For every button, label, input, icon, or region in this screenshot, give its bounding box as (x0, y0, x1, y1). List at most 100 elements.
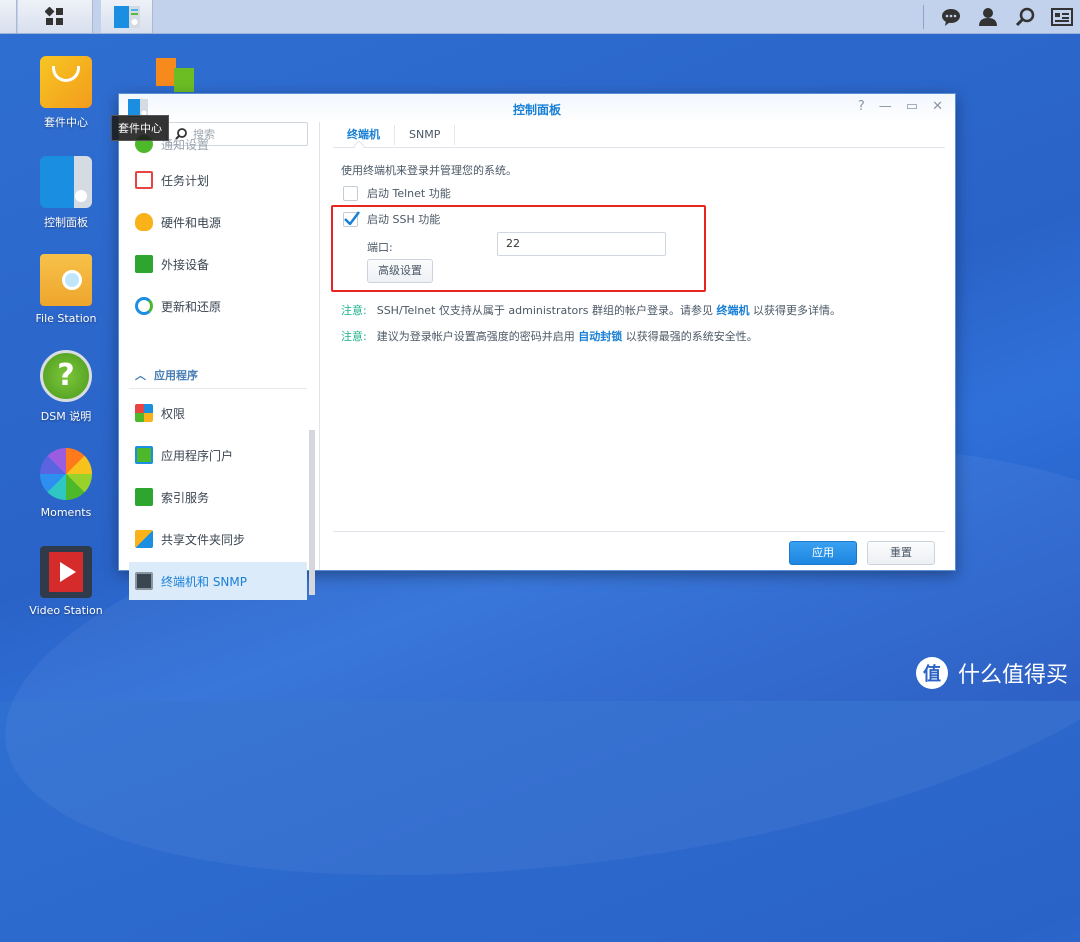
sidebar-item-label: 硬件和电源 (161, 215, 222, 230)
chat-button[interactable] (932, 0, 969, 33)
control-panel-icon (113, 5, 140, 28)
chat-icon (941, 8, 960, 26)
sidebar-item-external-devices[interactable]: 外接设备 (129, 245, 307, 283)
file-station-icon (40, 254, 92, 306)
taskbar (0, 0, 1080, 34)
desktop-icon-moments[interactable]: Moments (11, 448, 121, 519)
sidebar-scrollbar[interactable] (309, 430, 315, 595)
main-panel: 终端机 SNMP 使用终端机来登录并管理您的系统。 启动 Telnet 功能 启… (331, 122, 945, 570)
sidebar-item-update-restore[interactable]: 更新和还原 (129, 287, 307, 325)
privileges-icon (135, 404, 153, 422)
tooltip: 套件中心 (111, 115, 169, 141)
sidebar-item-label: 更新和还原 (161, 299, 222, 314)
ssh-checkbox[interactable] (343, 210, 360, 227)
window-titlebar[interactable]: 控制面板 ? — ▭ ✕ (119, 94, 955, 122)
divider (319, 122, 320, 570)
folder-sync-icon (135, 530, 153, 548)
advanced-settings-button[interactable]: 高级设置 (367, 259, 433, 283)
desktop-icon-control-panel[interactable]: 控制面板 (11, 156, 121, 230)
desktop-icon-label: 控制面板 (44, 216, 88, 229)
sidebar-item-label: 任务计划 (161, 173, 210, 188)
desktop-icon-package-center[interactable]: 套件中心 (11, 56, 121, 130)
moments-icon (40, 448, 92, 500)
tab-snmp[interactable]: SNMP (395, 124, 456, 145)
widgets-icon (1050, 7, 1073, 26)
dsm-help-icon: ? (40, 350, 92, 402)
maximize-button[interactable]: ▭ (906, 99, 918, 114)
sidebar-item-label: 终端机和 SNMP (161, 574, 247, 589)
sidebar-item-app-portal[interactable]: 应用程序门户 (129, 436, 307, 474)
main-menu-button[interactable] (18, 0, 93, 33)
chevron-up-icon: ︿ (135, 369, 146, 382)
port-input[interactable]: 22 (497, 232, 666, 256)
terminal-help-link[interactable]: 终端机 (717, 304, 750, 317)
note-text: 以获得更多详情。 (753, 304, 842, 317)
desktop-icon-label: File Station (35, 312, 97, 325)
watermark: 值 什么值得买 (915, 657, 1068, 689)
note-admin: 注意: SSH/Telnet 仅支持从属于 administrators 群组的… (341, 302, 841, 318)
minimize-button[interactable]: — (879, 99, 892, 114)
tab-bar: 终端机 SNMP (333, 122, 945, 152)
desktop-icon-dsm-help[interactable]: ? DSM 说明 (11, 350, 121, 424)
sidebar: 搜索 通知设置 任务计划 硬件和电源 外接设备 更新和还原 ︿ 应用程序 权限 … (119, 122, 319, 600)
sidebar-item-folder-sync[interactable]: 共享文件夹同步 (129, 520, 307, 558)
search-button[interactable] (1006, 0, 1043, 33)
watermark-badge: 值 (915, 657, 948, 689)
search-icon (1015, 7, 1034, 26)
note-text: 以获得最强的系统安全性。 (625, 330, 758, 343)
sidebar-section-applications[interactable]: ︿ 应用程序 (135, 367, 198, 383)
section-label: 应用程序 (154, 369, 198, 382)
ssh-label: 启动 SSH 功能 (367, 213, 441, 226)
sidebar-item-hardware-power[interactable]: 硬件和电源 (129, 203, 307, 241)
watermark-text: 什么值得买 (957, 663, 1068, 688)
telnet-option[interactable]: 启动 Telnet 功能 (343, 185, 451, 201)
control-panel-window: 控制面板 ? — ▭ ✕ 搜索 通知设置 任务计划 硬件和电源 外接设备 更新和… (118, 93, 956, 600)
user-button[interactable] (969, 0, 1006, 33)
desktop-icon-video-station[interactable]: Video Station (11, 546, 121, 617)
sidebar-item-terminal-snmp[interactable]: 终端机和 SNMP (129, 562, 307, 600)
update-restore-icon (135, 297, 153, 315)
note-text: 建议为登录帐户设置高强度的密码并启用 (376, 330, 575, 343)
note-text: SSH/Telnet 仅支持从属于 administrators 群组的帐户登录… (376, 304, 714, 317)
external-device-icon (135, 255, 153, 273)
taskbar-control-panel[interactable] (101, 0, 153, 33)
sidebar-item-label: 外接设备 (161, 257, 210, 272)
bulb-icon (135, 213, 153, 231)
sidebar-item-privileges[interactable]: 权限 (129, 394, 307, 432)
port-label: 端口: (367, 241, 393, 254)
download-station-icon[interactable] (152, 54, 206, 94)
desktop-icon-label: Moments (40, 506, 92, 519)
indexing-icon (135, 488, 153, 506)
desktop-icon-label: Video Station (29, 604, 103, 617)
terminal-icon (135, 572, 153, 590)
divider (129, 388, 307, 389)
sidebar-item-label: 权限 (161, 406, 186, 421)
reset-button[interactable]: 重置 (867, 541, 935, 565)
video-station-icon (40, 546, 92, 598)
tab-terminal[interactable]: 终端机 (333, 124, 395, 145)
window-title: 控制面板 (512, 103, 561, 117)
desktop-icon-label: DSM 说明 (40, 410, 92, 423)
desktop-icon-file-station[interactable]: File Station (11, 254, 121, 325)
sidebar-item-task-scheduler[interactable]: 任务计划 (129, 161, 307, 199)
note-security: 注意: 建议为登录帐户设置高强度的密码并启用 自动封锁 以获得最强的系统安全性。 (341, 328, 758, 344)
task-scheduler-icon (135, 171, 153, 189)
note-prefix: 注意: (341, 330, 367, 343)
note-prefix: 注意: (341, 304, 367, 317)
telnet-checkbox[interactable] (343, 185, 358, 201)
sidebar-item-label: 索引服务 (161, 490, 210, 505)
widgets-button[interactable] (1043, 0, 1080, 33)
close-button[interactable]: ✕ (932, 99, 943, 114)
help-button[interactable]: ? (858, 99, 865, 114)
apply-button[interactable]: 应用 (789, 541, 857, 565)
telnet-label: 启动 Telnet 功能 (367, 187, 451, 200)
sidebar-item-label: 应用程序门户 (161, 448, 234, 463)
sidebar-item-indexing[interactable]: 索引服务 (129, 478, 307, 516)
auto-block-link[interactable]: 自动封锁 (578, 330, 622, 343)
desktop-icon-label: 套件中心 (44, 116, 88, 129)
main-menu-icon (45, 6, 63, 25)
user-icon (978, 7, 997, 26)
ssh-option[interactable]: 启动 SSH 功能 (343, 210, 441, 227)
control-panel-icon (40, 156, 92, 208)
app-portal-icon (135, 446, 153, 464)
